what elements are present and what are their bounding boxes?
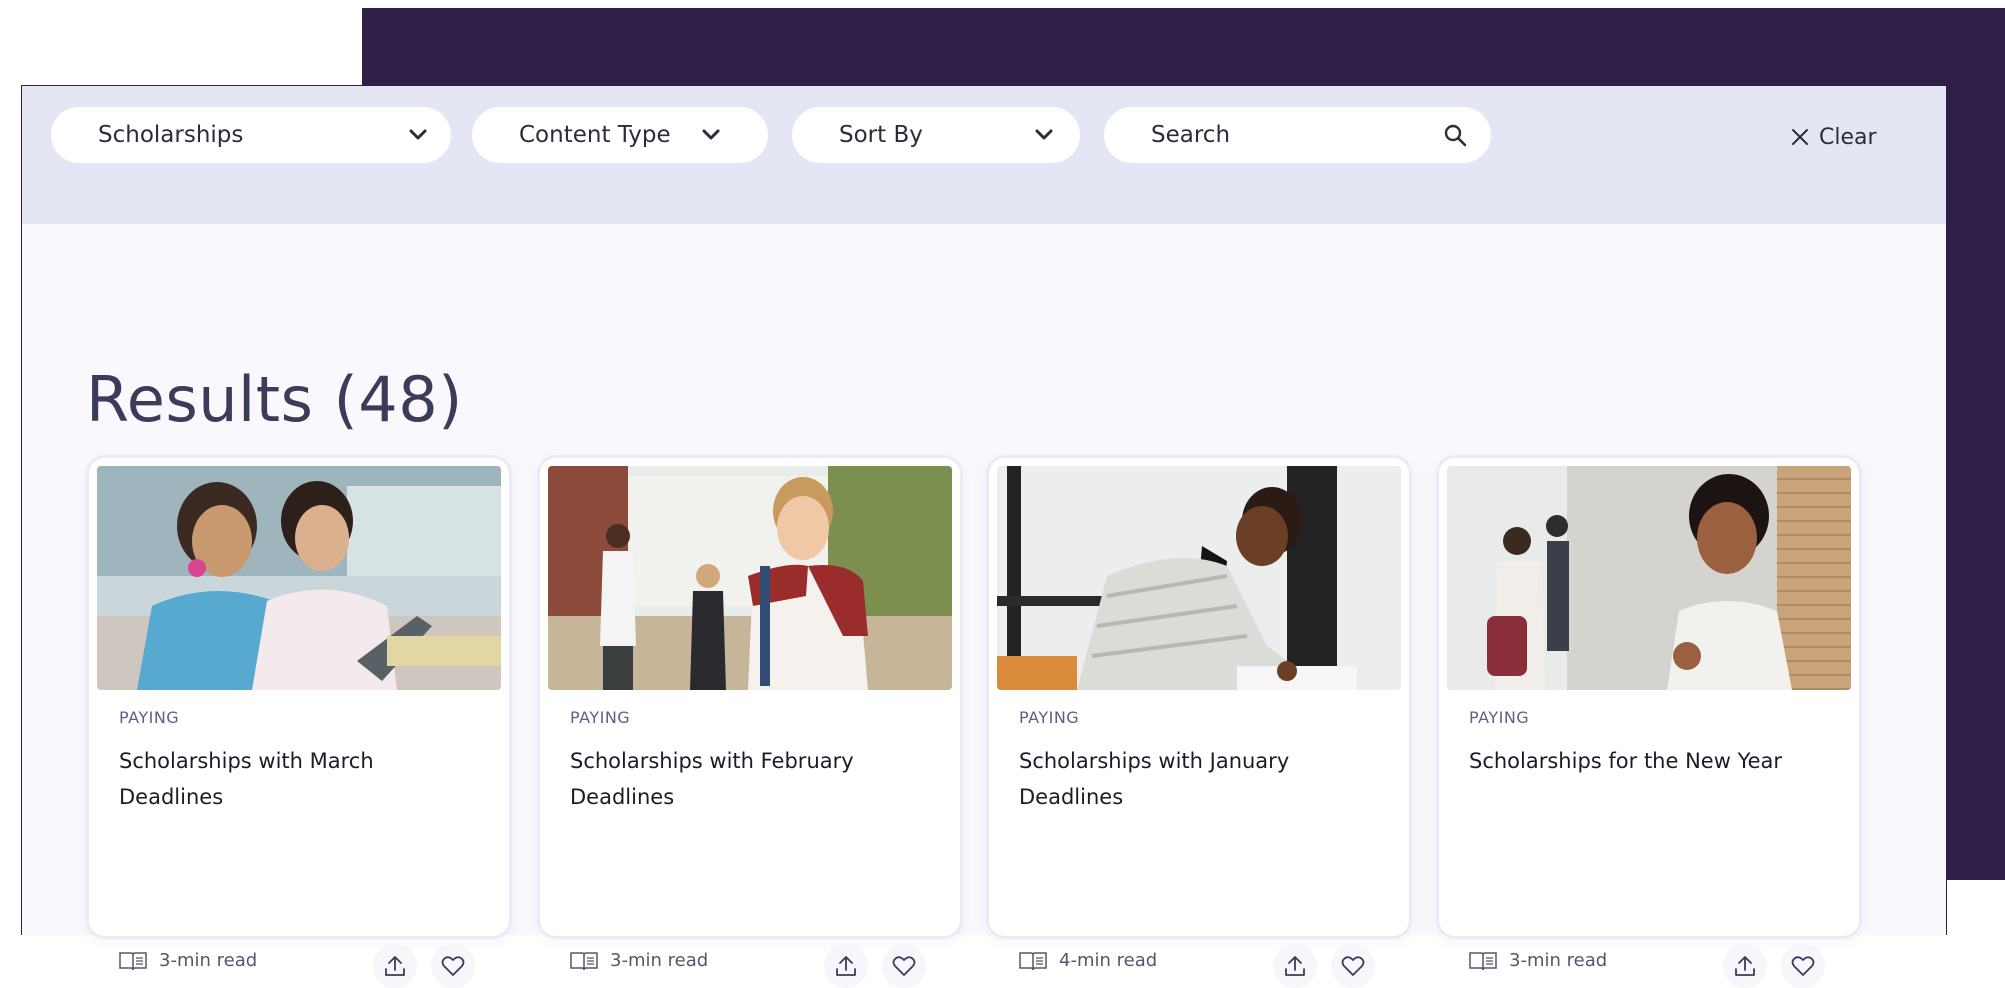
content-type-dropdown-label: Content Type xyxy=(519,122,671,148)
article-card[interactable]: PAYING Scholarships with March Deadlines… xyxy=(89,458,509,988)
category-dropdown-label: Scholarships xyxy=(98,122,244,148)
filter-bar: Scholarships Content Type Sort By Clear xyxy=(22,86,1946,224)
page-corner xyxy=(1948,880,2005,935)
search-box xyxy=(1104,107,1491,163)
card-tag: PAYING xyxy=(119,708,180,727)
book-icon xyxy=(1019,951,1047,970)
category-dropdown[interactable]: Scholarships xyxy=(51,107,451,163)
heart-icon xyxy=(1791,956,1815,976)
share-button[interactable] xyxy=(1273,944,1317,988)
chevron-down-icon xyxy=(1035,129,1053,140)
heart-icon xyxy=(441,956,465,976)
heart-icon xyxy=(892,956,916,976)
read-time-label: 3-min read xyxy=(610,950,709,971)
share-icon xyxy=(1735,956,1755,976)
card-title[interactable]: Scholarships for the New Year xyxy=(1469,743,1809,779)
read-time-label: 3-min read xyxy=(159,950,258,971)
chevron-down-icon xyxy=(409,129,427,140)
heart-icon xyxy=(1341,956,1365,976)
card-image xyxy=(97,466,501,690)
share-icon xyxy=(385,956,405,976)
card-tag: PAYING xyxy=(1469,708,1530,727)
favorite-button[interactable] xyxy=(431,944,475,988)
content-type-dropdown[interactable]: Content Type xyxy=(472,107,768,163)
results-title: Results (48) xyxy=(86,363,463,436)
search-input[interactable] xyxy=(1151,119,1421,151)
card-title[interactable]: Scholarships with January Deadlines xyxy=(1019,743,1359,815)
share-button[interactable] xyxy=(824,944,868,988)
card-title[interactable]: Scholarships with March Deadlines xyxy=(119,743,459,815)
book-icon xyxy=(119,951,147,970)
sort-by-dropdown[interactable]: Sort By xyxy=(792,107,1080,163)
card-title[interactable]: Scholarships with February Deadlines xyxy=(570,743,910,815)
read-time: 4-min read xyxy=(1019,950,1157,971)
close-icon xyxy=(1792,129,1808,145)
article-card[interactable]: PAYING Scholarships with February Deadli… xyxy=(540,458,960,988)
read-time: 3-min read xyxy=(119,950,257,971)
chevron-down-icon xyxy=(702,129,720,140)
share-icon xyxy=(836,956,856,976)
read-time-label: 3-min read xyxy=(1509,950,1608,971)
share-icon xyxy=(1285,956,1305,976)
clear-button[interactable]: Clear xyxy=(1791,122,1877,152)
card-tag: PAYING xyxy=(570,708,631,727)
favorite-button[interactable] xyxy=(1781,944,1825,988)
read-time: 3-min read xyxy=(1469,950,1607,971)
card-image xyxy=(1447,466,1851,690)
read-time-label: 4-min read xyxy=(1059,950,1158,971)
read-time: 3-min read xyxy=(570,950,708,971)
results-panel: Scholarships Content Type Sort By Clear … xyxy=(21,85,1947,988)
share-button[interactable] xyxy=(373,944,417,988)
book-icon xyxy=(570,951,598,970)
article-card[interactable]: PAYING Scholarships for the New Year 3-m… xyxy=(1439,458,1859,988)
card-tag: PAYING xyxy=(1019,708,1080,727)
sort-by-dropdown-label: Sort By xyxy=(839,122,923,148)
article-card[interactable]: PAYING Scholarships with January Deadlin… xyxy=(989,458,1409,988)
card-image xyxy=(548,466,952,690)
search-icon[interactable] xyxy=(1443,123,1467,147)
card-image xyxy=(997,466,1401,690)
clear-button-label: Clear xyxy=(1819,124,1877,150)
share-button[interactable] xyxy=(1723,944,1767,988)
favorite-button[interactable] xyxy=(1331,944,1375,988)
book-icon xyxy=(1469,951,1497,970)
favorite-button[interactable] xyxy=(882,944,926,988)
